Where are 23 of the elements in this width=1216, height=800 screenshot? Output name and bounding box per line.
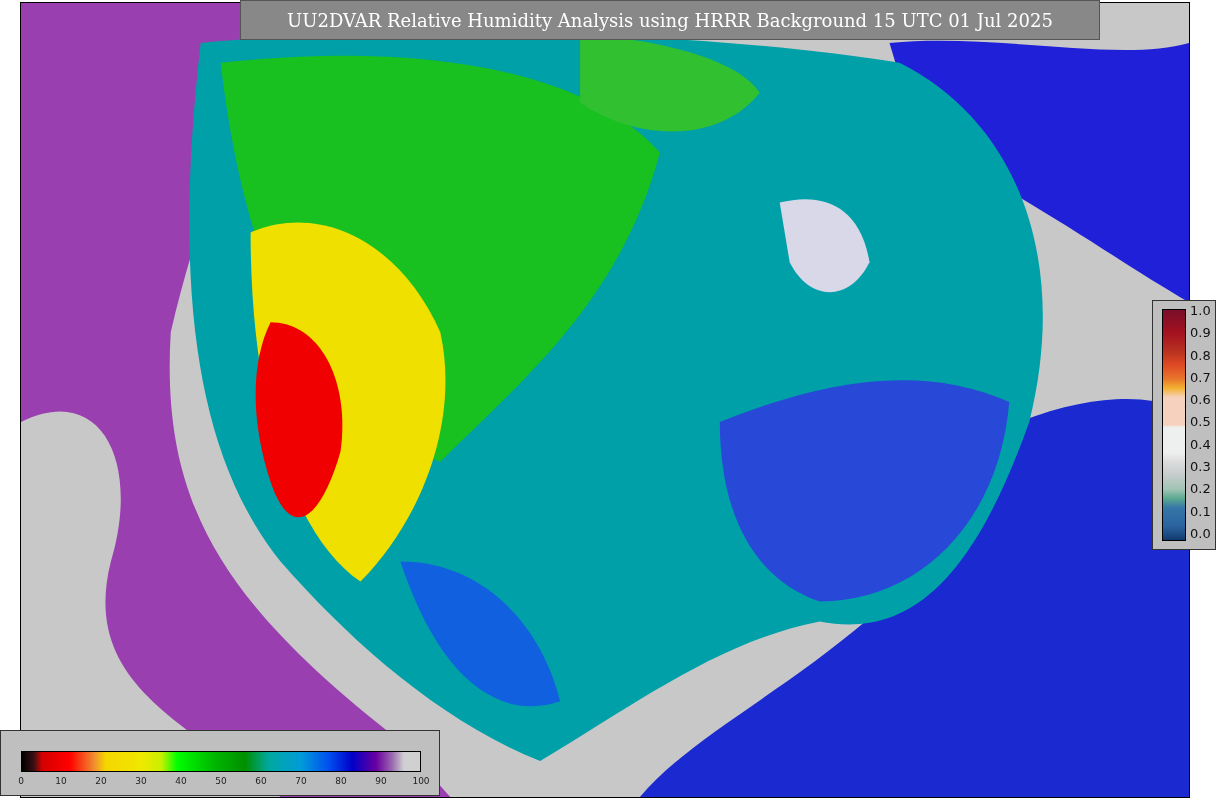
tick-label: 1.0 <box>1190 303 1211 318</box>
tick-label: 20 <box>94 776 108 786</box>
tick-label: 30 <box>134 776 148 786</box>
tick-label: 0.2 <box>1190 481 1211 497</box>
tick-label: 10 <box>54 776 68 786</box>
map-title: UU2DVAR Relative Humidity Analysis using HRRR Background 15 UTC 01 Jul 2025 <box>240 0 1100 40</box>
tick-label: 0.5 <box>1190 414 1211 430</box>
tick-label: 50 <box>214 776 228 786</box>
tick-label: 0.0 <box>1190 525 1211 541</box>
tick-label: 70 <box>294 776 308 786</box>
tick-label: 60 <box>254 776 268 786</box>
tick-label: 0.1 <box>1190 503 1211 519</box>
tick-label: 80 <box>334 776 348 786</box>
tick-label: 100 <box>411 776 431 786</box>
tick-label: 40 <box>174 776 188 786</box>
tick-label: 0.9 <box>1190 325 1211 341</box>
tick-label: 0.7 <box>1190 369 1211 385</box>
tick-label: 0.6 <box>1190 392 1211 408</box>
tick-label: 0.4 <box>1190 436 1211 452</box>
tick-label: 0.3 <box>1190 459 1211 475</box>
tick-label: 0 <box>17 776 25 786</box>
tick-label: 0.8 <box>1190 347 1211 363</box>
tick-label: 90 <box>374 776 388 786</box>
